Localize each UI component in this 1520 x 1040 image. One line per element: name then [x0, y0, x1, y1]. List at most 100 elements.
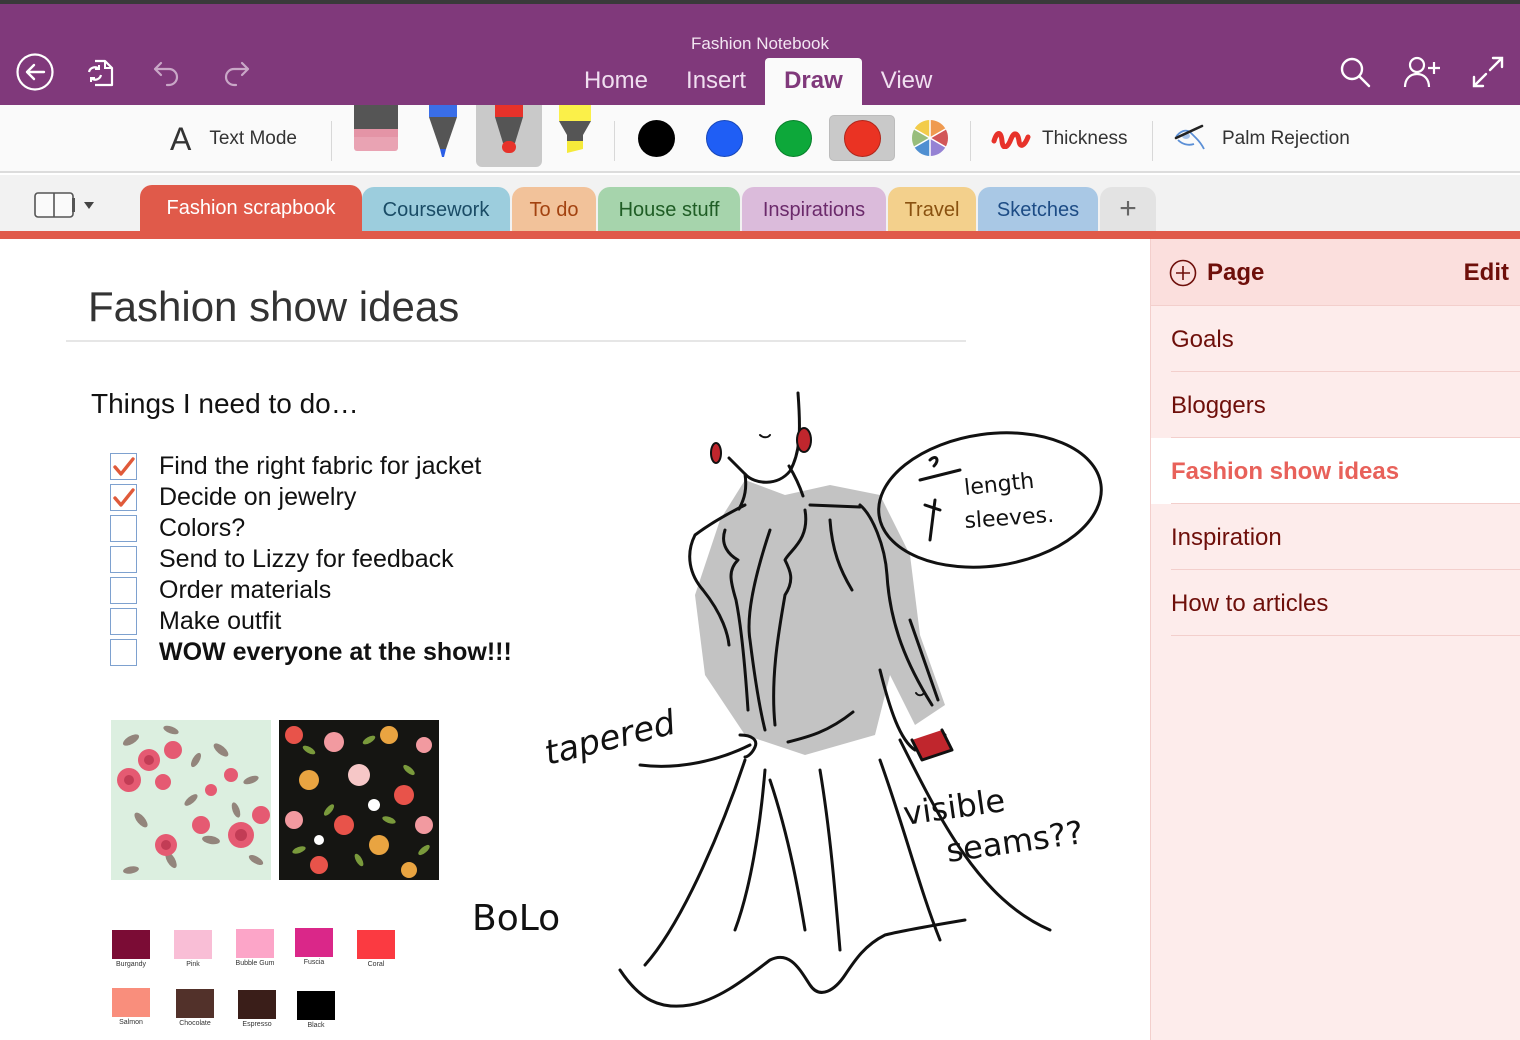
- blue-pen-tool[interactable]: [410, 105, 476, 167]
- share-person-add-icon[interactable]: [1402, 52, 1442, 92]
- color-chip-label: Salmon: [119, 1019, 143, 1026]
- page-item-label: How to articles: [1171, 590, 1329, 617]
- text-mode-button[interactable]: A Text Mode: [170, 119, 297, 159]
- page-list: Goals Bloggers Fashion show ideas Inspirati…: [1151, 306, 1520, 636]
- color-red[interactable]: [829, 115, 895, 161]
- title-divider: [66, 340, 966, 342]
- sync-icon[interactable]: [81, 52, 121, 92]
- color-chip: Chocolate: [176, 989, 216, 1027]
- fullscreen-icon[interactable]: [1468, 52, 1508, 92]
- thickness-button[interactable]: Thickness: [990, 119, 1128, 159]
- edit-pages-button[interactable]: Edit: [1464, 259, 1509, 287]
- thickness-label: Thickness: [1042, 128, 1128, 149]
- section-tab-house-stuff[interactable]: House stuff: [598, 187, 740, 231]
- color-chip-swatch: [238, 990, 276, 1019]
- floral-pattern-image: [285, 726, 433, 878]
- todo-checkbox[interactable]: [110, 515, 137, 542]
- color-chip: Espresso: [238, 990, 278, 1028]
- redo-icon[interactable]: [215, 52, 255, 92]
- palm-rejection-label: Palm Rejection: [1222, 128, 1350, 149]
- divider: [614, 121, 615, 161]
- add-page-label: Page: [1207, 259, 1265, 286]
- color-chip-label: Pink: [186, 961, 200, 968]
- color-black[interactable]: [623, 115, 689, 161]
- section-tab-sketches[interactable]: Sketches: [978, 187, 1098, 231]
- palm-rejection-icon: [1174, 124, 1205, 150]
- todo-text[interactable]: Send to Lizzy for feedback: [159, 545, 454, 574]
- todo-text[interactable]: Make outfit: [159, 607, 281, 636]
- eraser-icon: [354, 105, 398, 151]
- color-blue[interactable]: [691, 115, 757, 161]
- section-tab-to-do[interactable]: To do: [512, 187, 596, 231]
- todo-checkbox[interactable]: [110, 577, 137, 604]
- page-item-goals[interactable]: Goals: [1151, 306, 1520, 372]
- color-chip: Salmon: [112, 988, 152, 1026]
- add-page-button[interactable]: Page: [1169, 258, 1264, 288]
- page-item-fashion-show-ideas[interactable]: Fashion show ideas: [1151, 438, 1520, 504]
- tab-draw[interactable]: Draw: [765, 58, 862, 105]
- annotation-sleeves: sleeves.: [964, 503, 1055, 534]
- divider: [970, 121, 971, 161]
- section-tab-fashion-scrapbook[interactable]: Fashion scrapbook: [140, 185, 362, 231]
- color-wheel-icon: [911, 120, 949, 156]
- floral-fabric-black[interactable]: [279, 720, 439, 880]
- tab-insert[interactable]: Insert: [667, 58, 765, 105]
- color-chip-swatch: [112, 988, 150, 1017]
- page-item-divider: [1171, 635, 1520, 636]
- todo-item: Colors?: [110, 513, 512, 544]
- floral-fabric-mint[interactable]: [111, 720, 271, 880]
- eraser-tool[interactable]: [343, 105, 409, 167]
- todo-checkbox[interactable]: [110, 546, 137, 573]
- todo-item: Decide on jewelry: [110, 482, 512, 513]
- palm-rejection-button[interactable]: Palm Rejection: [1172, 119, 1350, 159]
- section-tab-inspirations[interactable]: Inspirations: [742, 187, 886, 231]
- todo-checkbox[interactable]: [110, 608, 137, 635]
- color-green[interactable]: [760, 115, 826, 161]
- color-chip-swatch: [176, 989, 214, 1018]
- fashion-sketch-ink[interactable]: length sleeves. tapered visible seams?? …: [460, 379, 1150, 1040]
- page-canvas[interactable]: Fashion show ideas Things I need to do… …: [0, 239, 1150, 1040]
- color-swatch: [705, 119, 743, 157]
- todo-checkbox-checked[interactable]: [110, 484, 137, 511]
- page-title[interactable]: Fashion show ideas: [88, 283, 459, 331]
- color-chip-swatch: [112, 930, 150, 959]
- undo-icon[interactable]: [148, 52, 188, 92]
- todo-heading[interactable]: Things I need to do…: [91, 388, 359, 420]
- page-item-how-to-articles[interactable]: How to articles: [1151, 570, 1520, 636]
- add-section-button[interactable]: +: [1100, 187, 1156, 231]
- color-chip: Burgandy: [112, 930, 152, 968]
- todo-text[interactable]: Find the right fabric for jacket: [159, 452, 481, 481]
- page-item-inspiration[interactable]: Inspiration: [1151, 504, 1520, 570]
- back-icon[interactable]: [15, 52, 55, 92]
- color-chip-swatch: [174, 930, 212, 959]
- color-chip-label: Espresso: [242, 1021, 272, 1028]
- page-item-bloggers[interactable]: Bloggers: [1151, 372, 1520, 438]
- search-icon[interactable]: [1335, 52, 1375, 92]
- highlighter-icon: [559, 105, 591, 153]
- page-item-label: Goals: [1171, 326, 1234, 353]
- todo-item: Send to Lizzy for feedback: [110, 544, 512, 575]
- face-mouth: [759, 434, 771, 439]
- more-colors-button[interactable]: [897, 115, 963, 161]
- title-bar: Fashion Notebook Home Insert Draw View: [0, 4, 1520, 105]
- checkmark-icon: [112, 456, 135, 476]
- todo-text[interactable]: Order materials: [159, 576, 331, 605]
- todo-checkbox[interactable]: [110, 639, 137, 666]
- color-chip: Black: [297, 991, 337, 1029]
- blue-pen-icon: [429, 105, 457, 157]
- todo-item: Find the right fabric for jacket: [110, 451, 512, 482]
- red-marker-tool[interactable]: [476, 105, 542, 167]
- color-chip-label: Chocolate: [179, 1020, 211, 1027]
- notebooks-toggle-button[interactable]: [34, 191, 98, 219]
- section-tab-travel[interactable]: Travel: [888, 187, 976, 231]
- todo-checkbox-checked[interactable]: [110, 453, 137, 480]
- color-chip-swatch: [236, 929, 274, 958]
- todo-text[interactable]: Colors?: [159, 514, 245, 543]
- todo-text[interactable]: WOW everyone at the show!!!: [159, 638, 512, 667]
- todo-text[interactable]: Decide on jewelry: [159, 483, 356, 512]
- tab-view[interactable]: View: [862, 58, 952, 105]
- yellow-highlighter-tool[interactable]: [542, 105, 608, 167]
- tab-home[interactable]: Home: [565, 58, 667, 105]
- section-tab-coursework[interactable]: Coursework: [362, 187, 510, 231]
- checkmark-icon: [112, 487, 135, 507]
